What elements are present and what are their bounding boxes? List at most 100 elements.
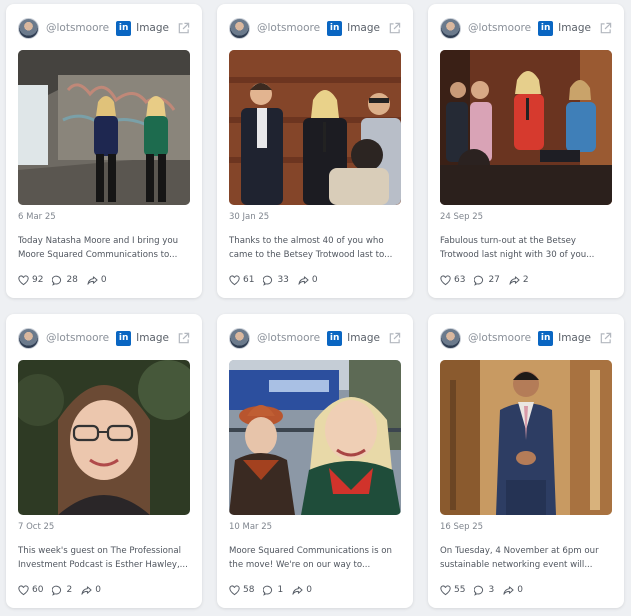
post-text: This week's guest on The Professional In… (18, 546, 188, 570)
post-image[interactable] (440, 360, 612, 515)
post-date: 24 Sep 25 (440, 212, 484, 222)
post-card[interactable]: @lotsmoore in Image (217, 314, 413, 608)
post-type-label: Image (558, 332, 591, 344)
post-text: On Tuesday, 4 November at 6pm our sustai… (440, 546, 599, 570)
post-date: 6 Mar 25 (18, 212, 56, 222)
post-stats: 58 1 0 (229, 584, 321, 596)
post-date: 10 Mar 25 (229, 522, 273, 532)
likes-stat: 58 (229, 585, 254, 596)
external-link-icon[interactable] (177, 22, 190, 35)
posts-grid: @lotsmoore in Image 6 Mar 25 Today Natas… (6, 4, 624, 608)
comments-count: 1 (277, 585, 284, 595)
linkedin-icon: in (116, 330, 132, 346)
post-header: @lotsmoore in Image (18, 327, 190, 349)
post-card[interactable]: @lotsmoore in Image (6, 4, 202, 298)
heart-icon (229, 275, 240, 285)
shares-count: 0 (95, 585, 101, 595)
linkedin-icon: in (327, 20, 343, 36)
comment-icon (52, 585, 62, 596)
account-handle: @lotsmoore (46, 22, 110, 34)
comments-count: 27 (488, 275, 500, 285)
post-image[interactable] (229, 360, 401, 515)
post-type-label: Image (347, 22, 380, 34)
post-header: @lotsmoore in Image (229, 327, 401, 349)
comments-stat: 27 (474, 275, 500, 286)
share-icon (81, 585, 92, 595)
post-stats: 60 2 0 (18, 584, 110, 596)
linkedin-icon: in (327, 330, 343, 346)
comments-stat: 3 (474, 585, 494, 596)
post-header: @lotsmoore in Image (440, 17, 612, 39)
linkedin-icon: in (538, 20, 554, 36)
post-image[interactable] (18, 50, 190, 205)
shares-stat: 0 (81, 585, 101, 596)
avatar (440, 17, 461, 39)
comment-icon (52, 275, 62, 286)
account-handle: @lotsmoore (257, 332, 321, 344)
comment-icon (263, 585, 273, 596)
comment-icon (263, 275, 273, 286)
account-handle: @lotsmoore (468, 332, 532, 344)
post-text: Moore Squared Communications is on the m… (229, 546, 392, 570)
external-link-icon[interactable] (599, 22, 612, 35)
likes-count: 58 (243, 585, 255, 595)
post-card[interactable]: @lotsmoore in Image 7 Oct 25 This week's… (6, 314, 202, 608)
avatar (229, 17, 250, 39)
shares-stat: 2 (509, 275, 529, 286)
external-link-icon[interactable] (388, 332, 401, 345)
share-icon (292, 585, 303, 595)
heart-icon (440, 585, 451, 595)
linkedin-icon: in (538, 330, 554, 346)
likes-stat: 60 (18, 585, 43, 596)
post-image[interactable] (440, 50, 612, 205)
shares-count: 0 (311, 275, 318, 285)
share-icon (503, 585, 514, 595)
shares-stat: 0 (298, 275, 318, 286)
post-card[interactable]: @lotsmoore in Image 16 Sep 25 On Tuesday… (428, 314, 624, 608)
share-icon (509, 275, 520, 285)
post-header: @lotsmoore in Image (440, 327, 612, 349)
external-link-icon[interactable] (177, 332, 190, 345)
share-icon (298, 275, 309, 285)
likes-stat: 61 (229, 275, 254, 286)
post-stats: 63 27 2 (440, 274, 538, 286)
share-icon (87, 275, 98, 285)
post-image[interactable] (229, 50, 401, 205)
post-text: Fabulous turn-out at the Betsey Trotwood… (440, 236, 595, 260)
shares-stat: 0 (292, 585, 312, 596)
external-link-icon[interactable] (599, 332, 612, 345)
post-card[interactable]: @lotsmoore in Image (428, 4, 624, 298)
post-card[interactable]: @lotsmoore in Image (217, 4, 413, 298)
likes-count: 61 (243, 275, 255, 285)
likes-stat: 92 (18, 275, 43, 286)
post-stats: 92 28 0 (18, 274, 116, 286)
comment-icon (474, 275, 484, 286)
account-handle: @lotsmoore (468, 22, 532, 34)
avatar (18, 327, 39, 349)
post-stats: 55 3 0 (440, 584, 532, 596)
comments-count: 3 (488, 585, 495, 595)
likes-count: 92 (32, 275, 44, 285)
shares-count: 2 (522, 275, 529, 285)
comments-stat: 33 (263, 275, 289, 286)
heart-icon (229, 585, 240, 595)
shares-count: 0 (517, 585, 523, 595)
comments-stat: 28 (52, 275, 78, 286)
post-type-label: Image (347, 332, 380, 344)
post-text: Today Natasha Moore and I bring you Moor… (18, 236, 179, 260)
likes-count: 60 (32, 585, 44, 595)
post-type-label: Image (136, 332, 169, 344)
post-image[interactable] (18, 360, 190, 515)
shares-stat: 0 (503, 585, 523, 596)
account-handle: @lotsmoore (46, 332, 110, 344)
post-date: 16 Sep 25 (440, 522, 484, 532)
external-link-icon[interactable] (388, 22, 401, 35)
post-text: Thanks to the almost 40 of you who came … (229, 236, 393, 260)
avatar (229, 327, 250, 349)
likes-stat: 55 (440, 585, 465, 596)
heart-icon (18, 275, 29, 285)
heart-icon (18, 585, 29, 595)
post-stats: 61 33 0 (229, 274, 327, 286)
account-handle: @lotsmoore (257, 22, 321, 34)
shares-count: 0 (100, 275, 107, 285)
